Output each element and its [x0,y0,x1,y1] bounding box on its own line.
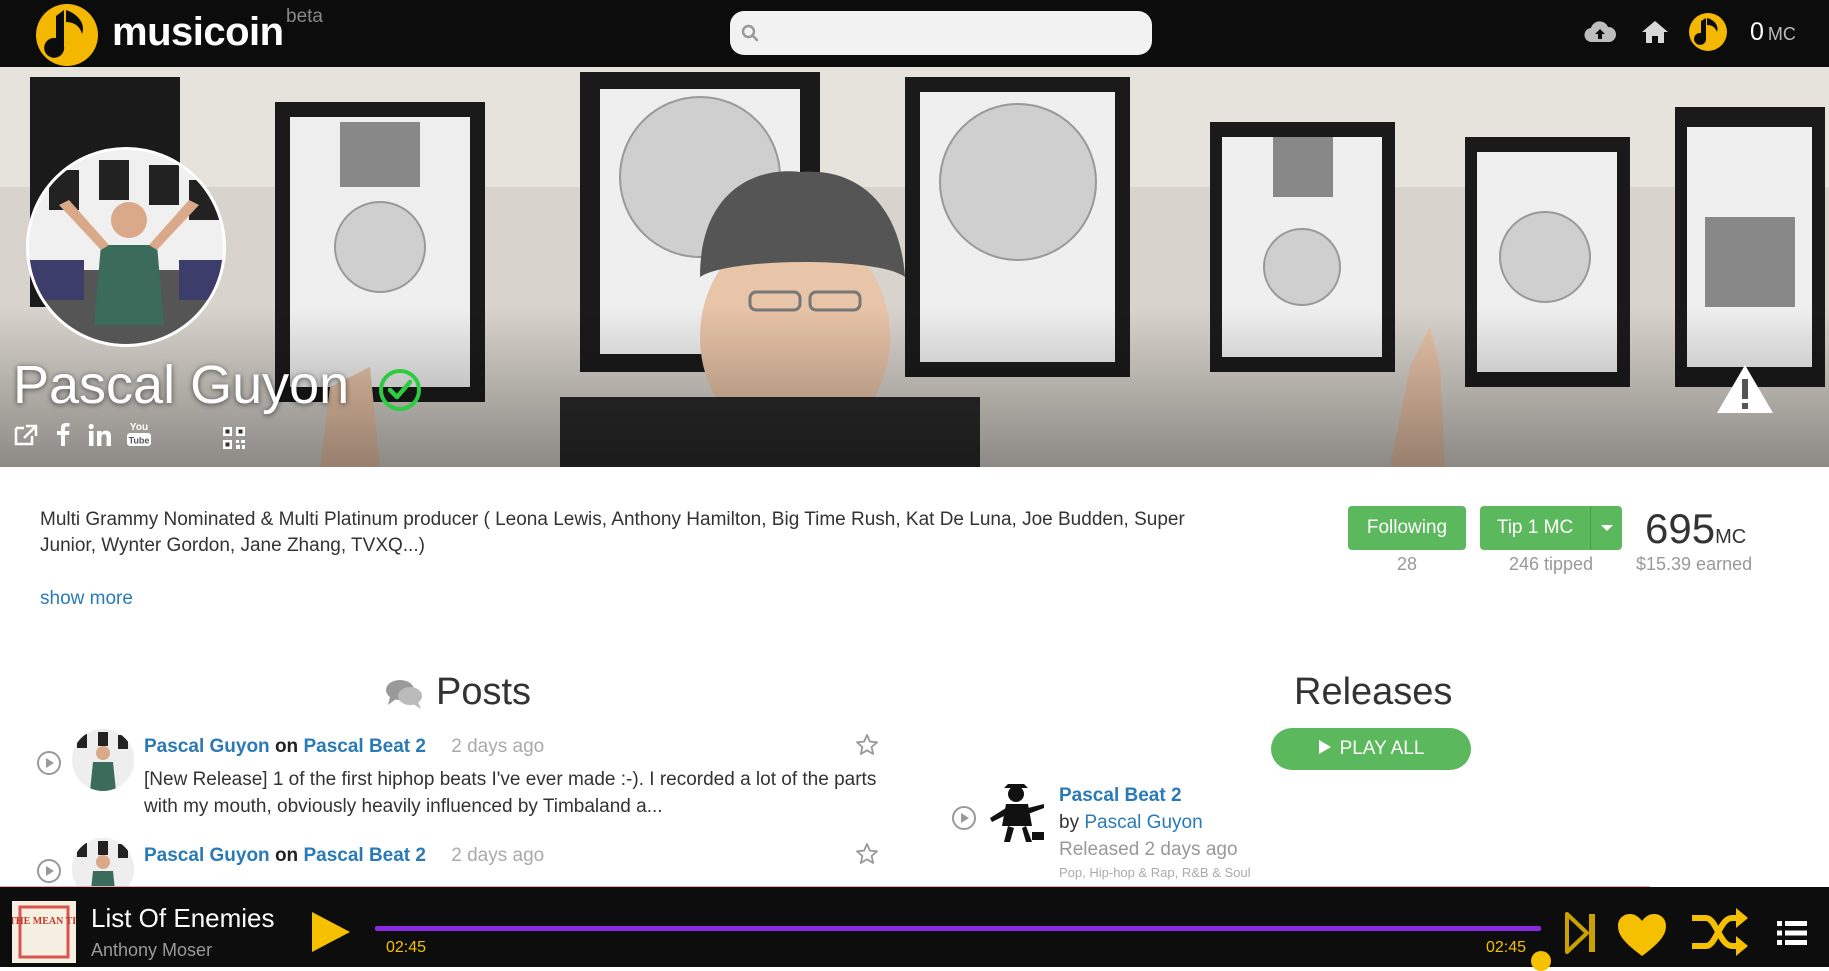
show-more-link[interactable]: show more [40,588,133,610]
youtube-icon[interactable]: You Tube [126,419,152,449]
verified-check-icon [379,369,421,411]
post-header: Pascal Guyon on Pascal Beat 2 2 days ago [144,845,544,867]
release-artist-link[interactable]: Pascal Guyon [1084,812,1202,833]
artist-name: Pascal Guyon [13,355,350,415]
beta-label: beta [286,6,323,27]
queue-list-icon[interactable] [1777,920,1807,946]
balance-unit: MC [1767,24,1796,44]
tip-button[interactable]: Tip 1 MC [1480,506,1590,550]
comments-icon [386,680,422,709]
posts-title: Posts [436,671,532,713]
svg-text:You: You [130,422,148,433]
release-title-link[interactable]: Pascal Beat 2 [1059,785,1182,807]
skip-next-icon[interactable] [1565,912,1597,954]
release-byline: by Pascal Guyon [1059,812,1203,834]
tipped-count: 246 tipped [1508,554,1594,574]
qr-code-icon[interactable] [223,427,245,449]
play-button-icon[interactable] [310,910,352,954]
post-text: [New Release] 1 of the first hiphop beat… [144,769,877,817]
seek-bar[interactable] [375,926,1541,931]
following-count: 28 [1396,554,1418,574]
post-avatar-image [72,729,134,791]
star-icon[interactable] [855,842,879,866]
facebook-icon[interactable] [55,422,71,448]
balance-value: 0 [1750,18,1764,46]
caret-down-icon [1600,524,1613,531]
profile-avatar [26,147,226,347]
post-play-icon[interactable] [36,858,62,884]
release-genres: Pop, Hip-hop & Rap, R&B & Soul [1059,865,1251,880]
home-icon[interactable] [1641,19,1669,45]
post-header: Pascal Guyon on Pascal Beat 2 2 days ago [144,736,544,758]
search-icon [741,24,759,42]
following-button[interactable]: Following [1348,506,1466,550]
post-on-label: on [274,736,299,757]
earned-usd: $15.39 earned [1636,554,1753,574]
heart-icon[interactable] [1616,912,1668,958]
current-time: 02:45 [386,939,427,956]
post-target-link[interactable]: Pascal Beat 2 [303,736,426,757]
post-target-link[interactable]: Pascal Beat 2 [303,845,426,866]
earned-unit: MC [1715,526,1747,548]
now-playing-artwork[interactable]: IN THE MEAN TIME [12,901,76,963]
profile-avatar-image [29,150,223,344]
top-navbar: musicoin beta 0 MC [0,0,1829,67]
user-avatar-icon[interactable] [1688,12,1728,52]
earned-value: 695 [1645,505,1716,552]
earned-total: 695MC [1645,505,1746,553]
release-play-icon[interactable] [951,805,977,831]
release-by-label: by [1059,812,1080,833]
album-art-text: IN THE MEAN TIME [12,916,76,927]
upload-cloud-icon[interactable] [1584,20,1616,46]
total-time: 02:45 [1486,939,1527,956]
external-link-icon[interactable] [12,422,40,448]
post-author-avatar[interactable] [72,729,134,791]
now-playing-artist[interactable]: Anthony Moser [91,940,212,961]
post-author-link[interactable]: Pascal Guyon [144,736,270,757]
album-art-image: IN THE MEAN TIME [12,901,76,963]
profile-hero-banner: Pascal Guyon You Tube [0,67,1829,467]
post-author-link[interactable]: Pascal Guyon [144,845,270,866]
musicoin-logo-icon[interactable] [34,2,100,68]
releases-title: Releases [1294,671,1453,713]
svg-text:Tube: Tube [129,436,150,446]
artist-bio: Multi Grammy Nominated & Multi Platinum … [40,509,1185,556]
now-playing-title[interactable]: List Of Enemies [91,903,275,934]
release-artwork[interactable] [984,780,1050,846]
play-all-label: PLAY ALL [1339,738,1425,759]
tip-dropdown-button[interactable] [1590,506,1622,550]
report-warning-icon[interactable] [1716,363,1774,415]
shuffle-icon[interactable] [1690,906,1750,958]
post-on-label: on [274,845,299,866]
search-input[interactable] [730,11,1152,55]
release-date: Released 2 days ago [1059,839,1238,860]
linkedin-icon[interactable] [87,422,113,448]
seek-thumb[interactable] [1531,951,1551,971]
star-icon[interactable] [855,733,879,757]
play-all-button[interactable]: PLAY ALL [1271,728,1471,770]
play-icon [1318,740,1331,754]
post-timestamp: 2 days ago [451,845,545,866]
post-timestamp: 2 days ago [451,736,545,757]
balance-display: 0 MC [1750,18,1796,47]
post-play-icon[interactable] [36,750,62,776]
logo-text[interactable]: musicoin [112,10,284,55]
